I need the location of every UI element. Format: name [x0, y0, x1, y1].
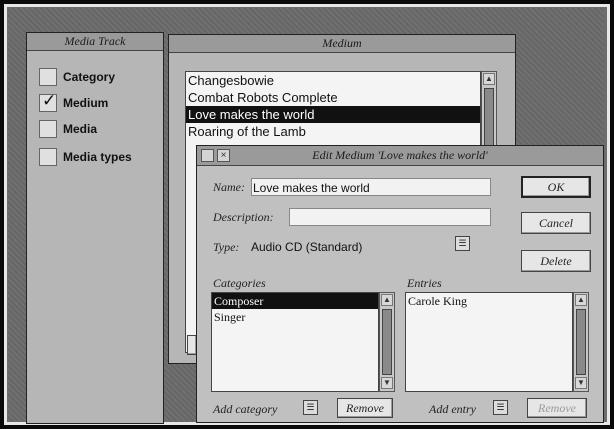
delete-button[interactable]: Delete [521, 250, 591, 272]
entries-label: Entries [407, 276, 442, 290]
media-track-title[interactable]: Media Track [27, 33, 163, 51]
medium-title[interactable]: Medium [169, 35, 515, 53]
scroll-down-icon[interactable]: ▼ [381, 377, 393, 389]
media-types-option[interactable]: Media types [39, 147, 132, 167]
categories-scrollbar[interactable]: ▲ ▼ [379, 292, 395, 392]
description-label: Description: [213, 210, 274, 224]
scroll-thumb[interactable] [382, 309, 392, 375]
entries-list[interactable]: Carole King [405, 292, 573, 392]
medium-option[interactable]: ✓ Medium [39, 91, 109, 113]
media-types-checkbox[interactable] [39, 148, 57, 166]
list-item[interactable]: Singer [212, 309, 378, 325]
scroll-up-icon[interactable]: ▲ [483, 73, 495, 85]
scroll-up-icon[interactable]: ▲ [381, 294, 393, 306]
remove-entry-button[interactable]: Remove [527, 398, 587, 418]
entries-scrollbar[interactable]: ▲ ▼ [573, 292, 589, 392]
media-label: Media [63, 122, 98, 136]
scroll-down-icon[interactable]: ▼ [575, 377, 587, 389]
type-value: Audio CD (Standard) [251, 240, 363, 254]
category-option[interactable]: Category [39, 67, 115, 87]
scroll-thumb[interactable] [576, 309, 586, 375]
add-entry-label: Add entry [429, 402, 476, 416]
list-item[interactable]: Changesbowie [186, 72, 480, 89]
list-item-selected[interactable]: Love makes the world [186, 106, 480, 123]
list-item-selected[interactable]: Composer [212, 293, 378, 309]
description-field[interactable] [289, 208, 491, 226]
medium-checkbox[interactable]: ✓ [39, 91, 57, 112]
cancel-button[interactable]: Cancel [521, 212, 591, 234]
add-entry-popup-icon[interactable]: ☰ [493, 400, 508, 415]
category-label: Category [63, 70, 116, 84]
categories-list[interactable]: Composer Singer [211, 292, 379, 392]
back-icon[interactable] [201, 149, 214, 162]
media-types-label: Media types [63, 150, 132, 164]
list-item[interactable]: Carole King [406, 293, 572, 309]
scroll-up-icon[interactable]: ▲ [575, 294, 587, 306]
remove-category-button[interactable]: Remove [337, 398, 393, 418]
edit-dialog-title[interactable]: Edit Medium 'Love makes the world' [197, 146, 603, 166]
media-track-window: Media Track Category ✓ Medium Media Medi… [26, 32, 164, 424]
name-value: Love makes the world [253, 181, 370, 195]
type-label: Type: [213, 240, 240, 254]
check-icon: ✓ [42, 91, 57, 110]
categories-label: Categories [213, 276, 266, 290]
type-popup-icon[interactable]: ☰ [455, 236, 470, 251]
add-category-label: Add category [213, 402, 278, 416]
close-icon[interactable]: × [217, 149, 230, 162]
list-item[interactable]: Combat Robots Complete [186, 89, 480, 106]
edit-medium-dialog: Edit Medium 'Love makes the world' × Nam… [196, 145, 604, 423]
scroll-thumb[interactable] [484, 88, 494, 148]
media-checkbox[interactable] [39, 120, 57, 138]
ok-button[interactable]: OK [521, 176, 591, 198]
list-item[interactable]: Roaring of the Lamb [186, 123, 480, 140]
name-field[interactable]: Love makes the world [251, 178, 491, 196]
category-checkbox[interactable] [39, 68, 57, 86]
add-category-popup-icon[interactable]: ☰ [303, 400, 318, 415]
medium-label: Medium [63, 96, 109, 110]
name-label: Name: [213, 180, 245, 194]
media-option[interactable]: Media [39, 119, 97, 139]
